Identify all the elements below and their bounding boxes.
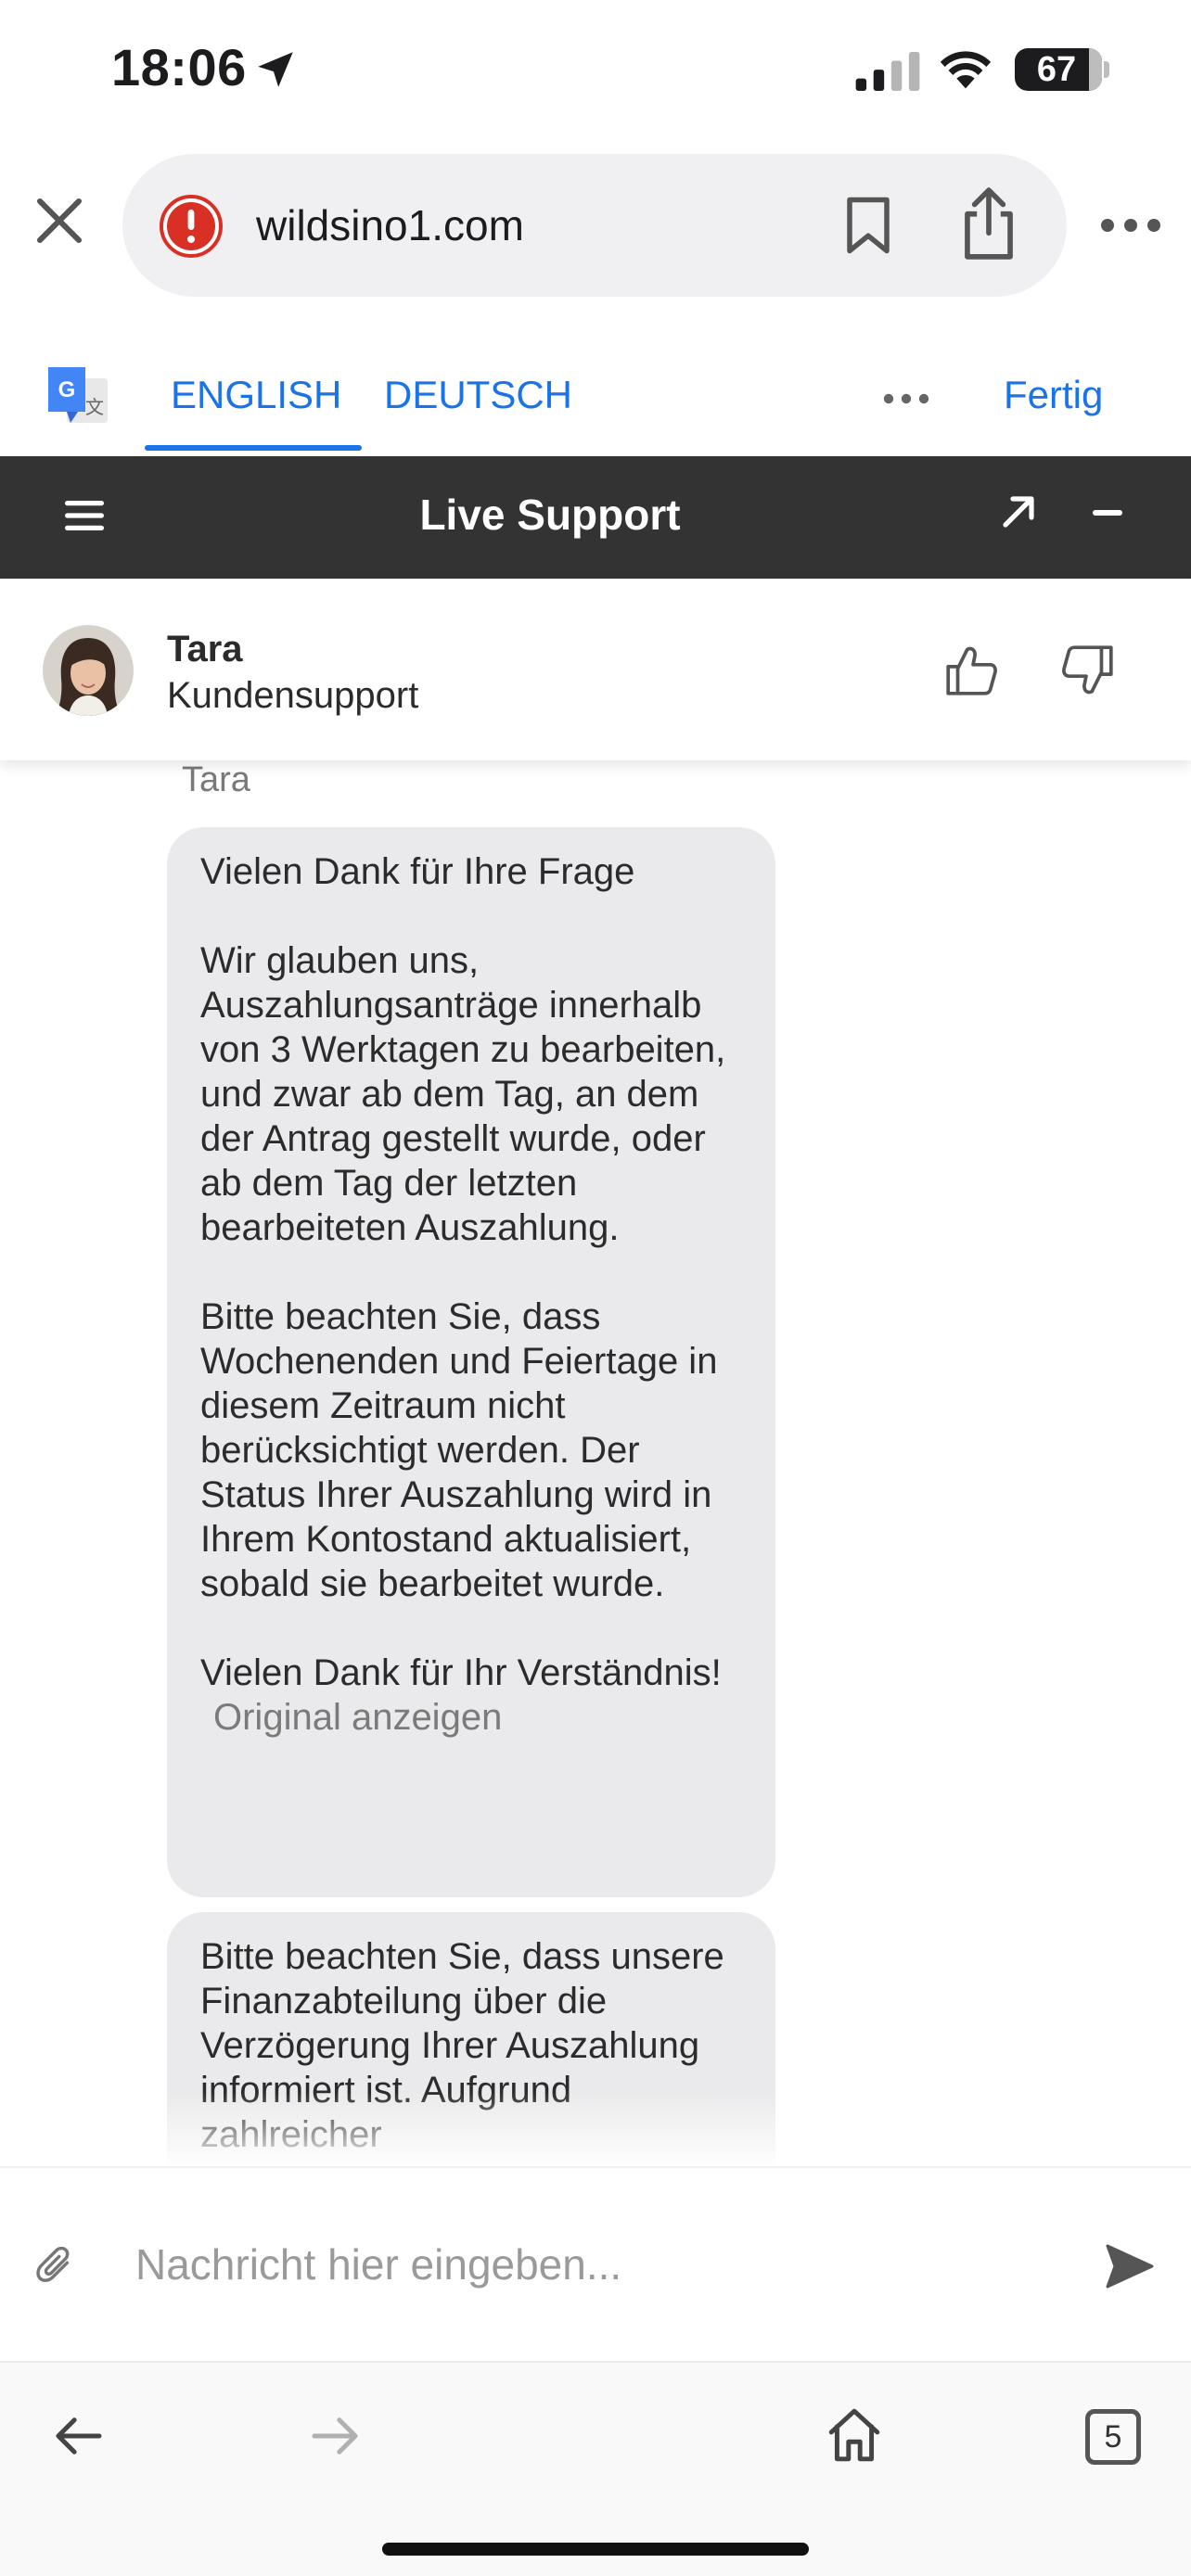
close-icon[interactable] [33, 195, 85, 247]
wifi-icon [940, 51, 992, 89]
home-icon[interactable] [826, 2405, 883, 2465]
location-arrow-icon [258, 52, 293, 87]
message-sender: Tara [182, 760, 250, 799]
live-support-header: Live Support [0, 456, 1191, 579]
agent-name: Tara [167, 629, 243, 670]
scroll-fade [0, 2092, 1191, 2166]
google-translate-icon: G 文 [48, 367, 108, 423]
avatar [43, 625, 134, 716]
bookmark-icon[interactable] [840, 195, 896, 256]
thumbs-down-icon[interactable] [1059, 642, 1117, 699]
expand-icon[interactable] [1000, 493, 1037, 530]
message-bubble: Vielen Dank für Ihre Frage Wir glauben u… [167, 827, 775, 1897]
tab-deutsch[interactable]: DEUTSCH [384, 373, 572, 417]
status-bar: 18:06 67 [0, 0, 1191, 139]
status-time: 18:06 [111, 38, 247, 96]
svg-text:G: G [58, 377, 76, 402]
tabs-icon[interactable]: 5 [1085, 2409, 1141, 2465]
message-list[interactable]: Tara Vielen Dank für Ihre Frage Wir glau… [0, 760, 1191, 2166]
active-tab-indicator [145, 445, 362, 451]
message-text: Vielen Dank für Ihre Frage Wir glauben u… [200, 851, 726, 1693]
warning-icon[interactable] [160, 195, 223, 258]
tab-english[interactable]: ENGLISH [171, 373, 341, 417]
live-support-title: Live Support [419, 491, 681, 539]
more-icon[interactable] [1100, 202, 1161, 249]
composer [0, 2166, 1191, 2361]
battery-level: 67 [1036, 50, 1077, 89]
share-icon[interactable] [957, 185, 1020, 261]
battery-tip [1104, 61, 1109, 78]
home-indicator[interactable] [382, 2543, 809, 2556]
address-bar[interactable]: wildsino1.com [122, 154, 1067, 297]
agent-role: Kundensupport [167, 675, 419, 716]
back-arrow-icon[interactable] [52, 2415, 104, 2457]
agent-card: Tara Kundensupport [0, 579, 1191, 760]
svg-text:文: 文 [85, 396, 104, 418]
show-original-link[interactable]: Original anzeigen [200, 1695, 742, 1740]
browser-toolbar: 5 [0, 2361, 1191, 2576]
battery-icon: 67 [1015, 48, 1102, 91]
url-text: wildsino1.com [256, 201, 524, 249]
forward-arrow-icon[interactable] [310, 2415, 362, 2457]
message-input[interactable] [135, 2229, 1044, 2300]
thumbs-up-icon[interactable] [942, 642, 1000, 699]
paperclip-icon[interactable] [33, 2242, 76, 2290]
done-button[interactable]: Fertig [1004, 373, 1103, 417]
cellular-signal-icon [855, 52, 920, 91]
translate-more-icon[interactable] [883, 389, 929, 408]
send-icon[interactable] [1104, 2242, 1156, 2290]
minimize-icon[interactable] [1093, 510, 1122, 516]
